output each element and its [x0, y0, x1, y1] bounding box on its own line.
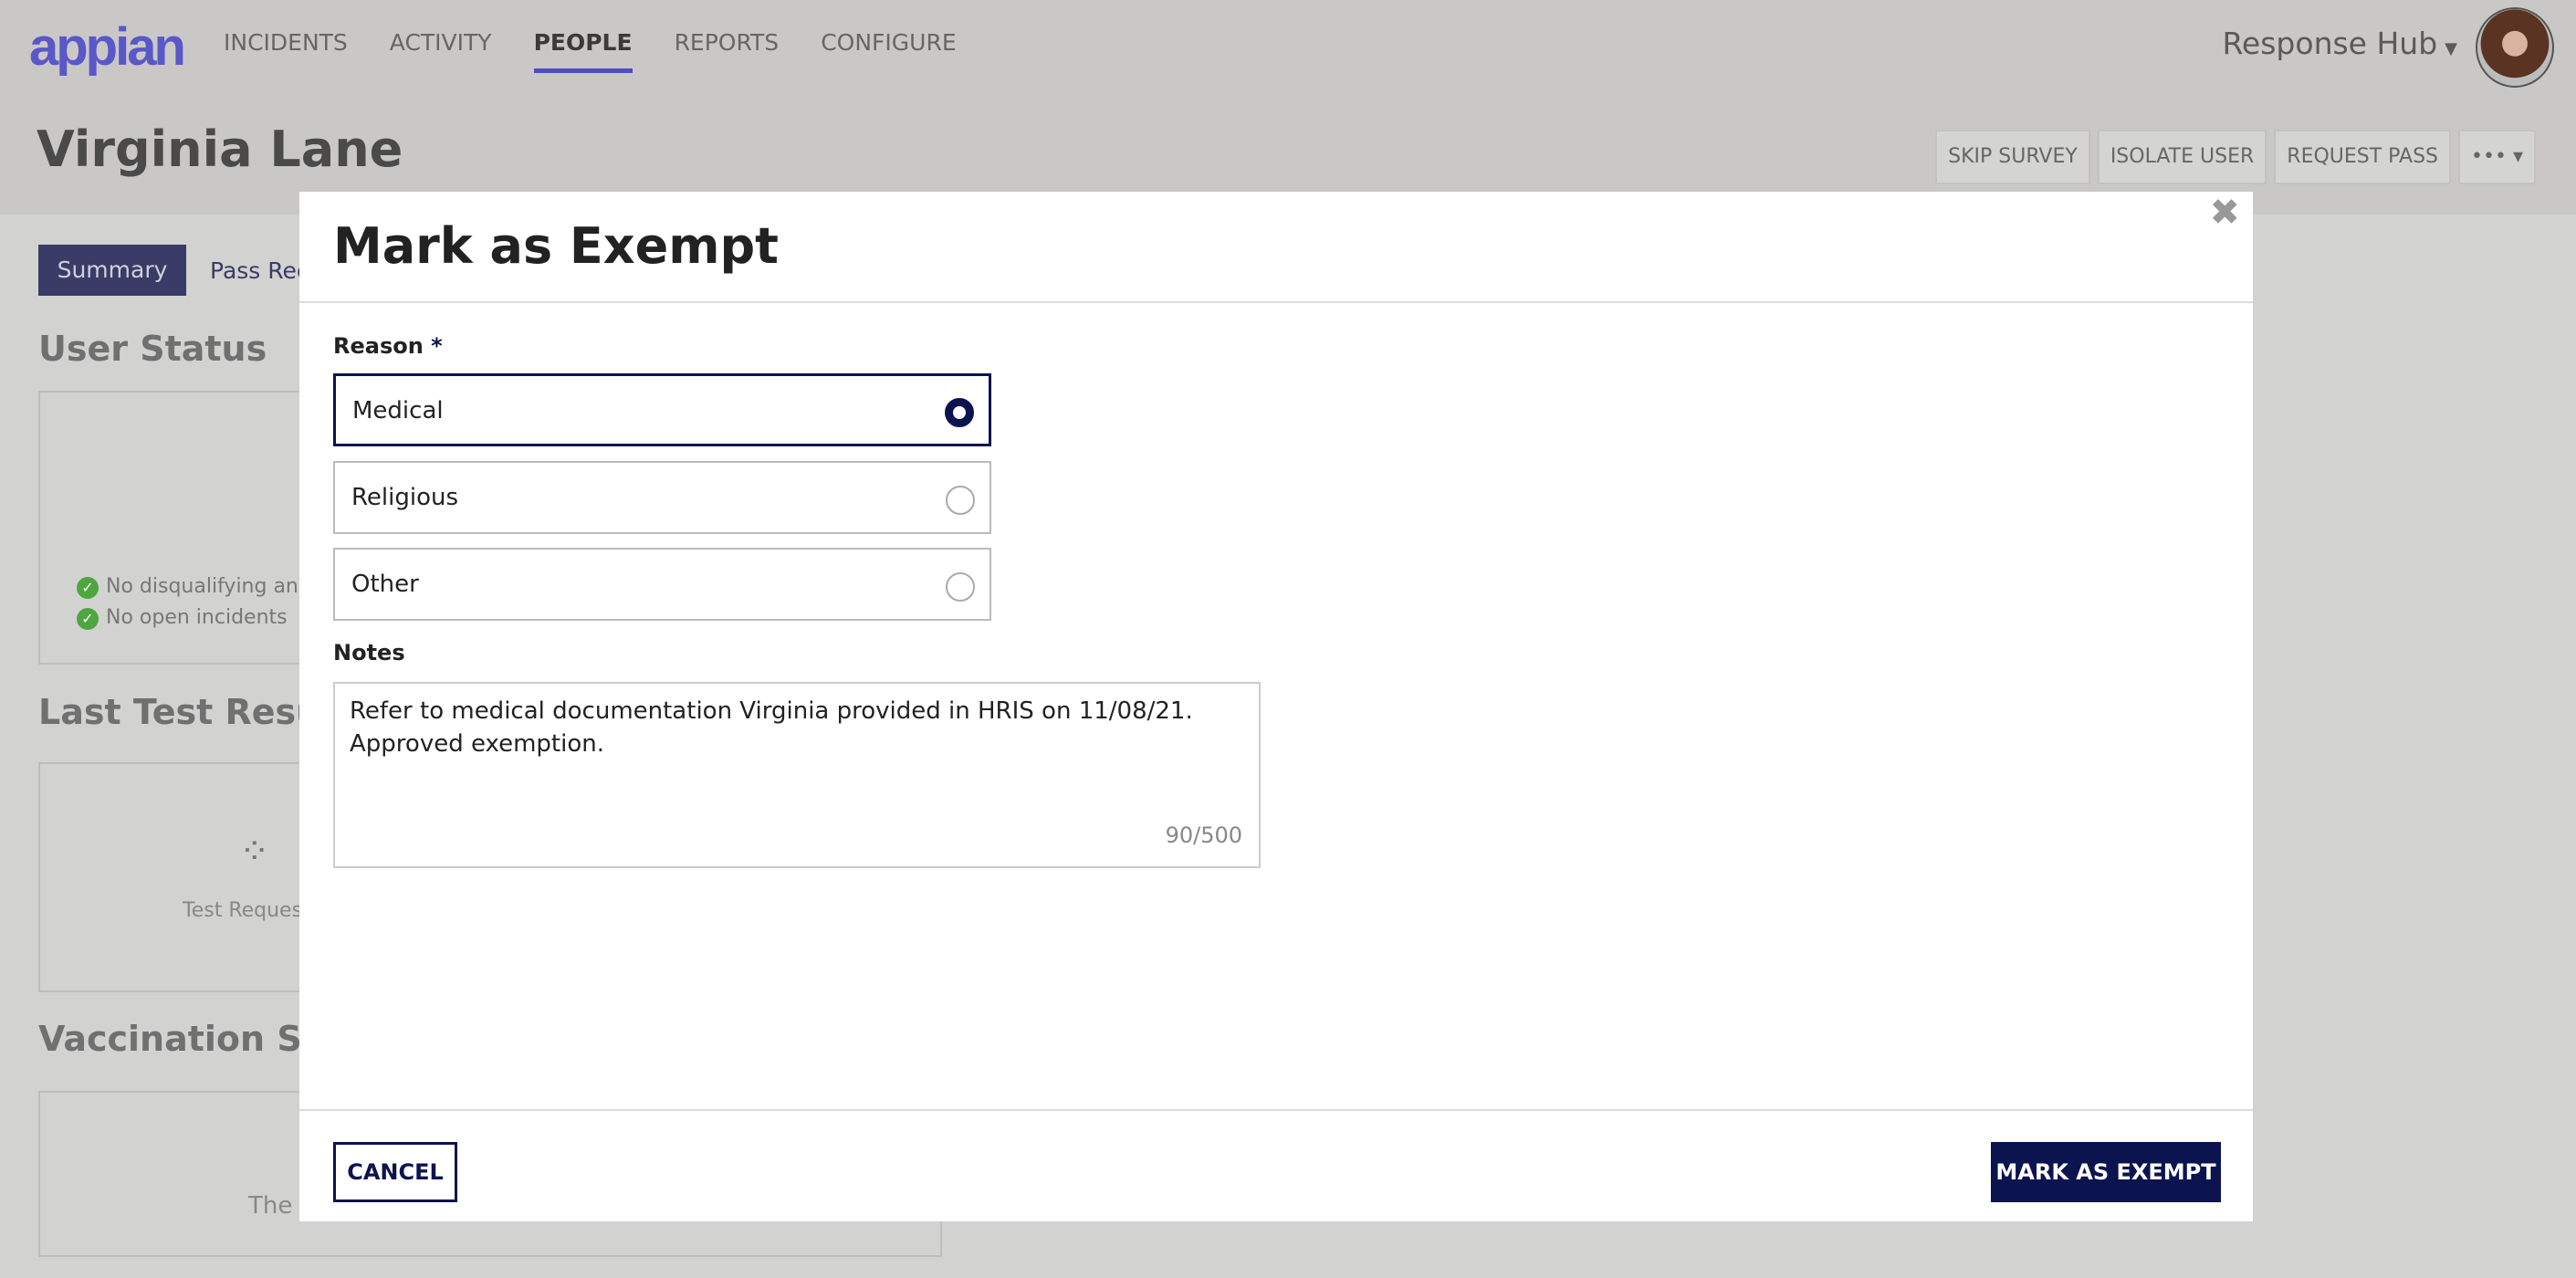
radio-icon[interactable]: [946, 572, 975, 602]
divider: [299, 301, 2253, 303]
appian-logo[interactable]: appian: [29, 16, 186, 78]
mark-as-exempt-button[interactable]: MARK AS EXEMPT: [1991, 1142, 2221, 1202]
more-actions-button[interactable]: ••• ▾: [2458, 130, 2536, 184]
test-request-text: Test Request: [183, 899, 310, 922]
loading-spinner-icon: ⁘: [239, 831, 270, 873]
divider: [299, 1109, 2253, 1111]
mark-exempt-dialog: Mark as Exempt ✖ Reason * Medical Religi…: [299, 192, 2253, 1221]
isolate-user-button[interactable]: ISOLATE USER: [2097, 130, 2267, 184]
nav-configure[interactable]: CONFIGURE: [821, 29, 956, 73]
radio-selected-icon[interactable]: [945, 398, 974, 427]
reason-label: Reason *: [333, 333, 443, 359]
last-test-heading: Last Test Resul: [38, 692, 333, 732]
avatar[interactable]: [2476, 7, 2554, 88]
vaccination-heading: Vaccination Sta: [38, 1019, 342, 1059]
nav-incidents[interactable]: INCIDENTS: [224, 29, 348, 73]
dialog-title: Mark as Exempt: [333, 217, 779, 275]
close-icon[interactable]: ✖: [2209, 192, 2240, 234]
user-status-heading: User Status: [38, 329, 267, 369]
check-circle-icon: ✓: [77, 577, 99, 599]
required-marker: *: [431, 333, 443, 359]
check-circle-icon: ✓: [77, 608, 99, 630]
skip-survey-button[interactable]: SKIP SURVEY: [1935, 130, 2090, 184]
check-item: ✓ No disqualifying answ: [77, 575, 325, 599]
reason-option-medical[interactable]: Medical: [333, 373, 991, 446]
cancel-button[interactable]: CANCEL: [333, 1142, 457, 1202]
notes-textarea[interactable]: Refer to medical documentation Virginia …: [333, 682, 1261, 868]
request-pass-button[interactable]: REQUEST PASS: [2274, 130, 2452, 184]
tab-pass-records[interactable]: Pass Rec: [210, 257, 309, 284]
check-item: ✓ No open incidents: [77, 606, 288, 630]
action-bar: SKIP SURVEY ISOLATE USER REQUEST PASS ••…: [1935, 130, 2536, 184]
tab-summary[interactable]: Summary: [38, 245, 186, 296]
nav-activity[interactable]: ACTIVITY: [390, 29, 492, 73]
reason-option-religious[interactable]: Religious: [333, 461, 991, 534]
reason-option-other[interactable]: Other: [333, 548, 991, 621]
site-switcher[interactable]: Response Hub ▼: [2222, 26, 2457, 61]
page-title: Virginia Lane: [37, 120, 403, 178]
site-name: Response Hub: [2222, 26, 2438, 61]
char-count: 90/500: [1165, 822, 1242, 848]
notes-label: Notes: [333, 640, 405, 665]
main-nav: INCIDENTS ACTIVITY PEOPLE REPORTS CONFIG…: [224, 29, 957, 73]
top-header: appian INCIDENTS ACTIVITY PEOPLE REPORTS…: [0, 0, 2576, 215]
nav-reports[interactable]: REPORTS: [675, 29, 780, 73]
caret-down-icon: ▼: [2445, 39, 2457, 58]
radio-icon[interactable]: [946, 486, 975, 515]
nav-people[interactable]: PEOPLE: [533, 29, 633, 73]
